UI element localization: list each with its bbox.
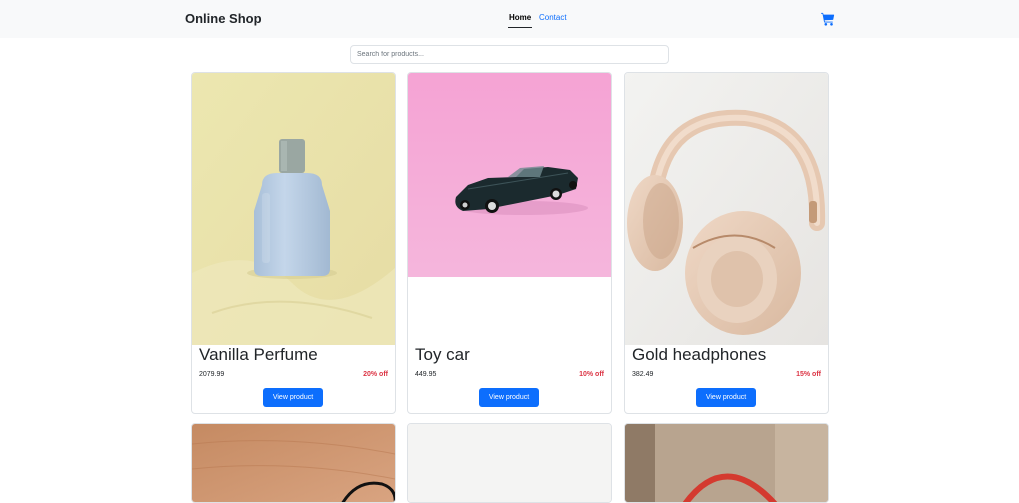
product-discount: 20% off <box>363 371 388 378</box>
product-title: Toy car <box>415 345 470 364</box>
product-image <box>625 424 828 502</box>
product-image-perfume <box>192 73 395 345</box>
view-product-button[interactable]: View product <box>696 388 756 407</box>
product-title: Gold headphones <box>632 345 767 364</box>
search-input[interactable] <box>350 45 669 64</box>
product-image <box>192 424 395 502</box>
active-link-indicator <box>508 27 532 28</box>
product-price: 2079.99 <box>199 371 225 378</box>
navbar: Online Shop Home Contact <box>0 0 1019 38</box>
product-image <box>408 424 611 502</box>
product-price: 449.95 <box>415 371 437 378</box>
product-card-partial-1 <box>191 423 396 503</box>
product-image-toy-car <box>408 73 611 277</box>
product-card-toy-car: Toy car 449.95 10% off View product <box>407 72 612 414</box>
product-card-gold-headphones: Gold headphones 382.49 15% off View prod… <box>624 72 829 414</box>
brand-logo[interactable]: Online Shop <box>185 11 262 26</box>
product-card-vanilla-perfume: Vanilla Perfume 2079.99 20% off View pro… <box>191 72 396 414</box>
product-discount: 10% off <box>579 371 604 378</box>
shopping-cart-icon[interactable] <box>821 12 835 26</box>
nav-link-home[interactable]: Home <box>509 13 531 22</box>
product-discount: 15% off <box>796 371 821 378</box>
view-product-button[interactable]: View product <box>479 388 539 407</box>
product-price: 382.49 <box>632 371 654 378</box>
product-title: Vanilla Perfume <box>199 345 318 364</box>
view-product-button[interactable]: View product <box>263 388 323 407</box>
product-image-headphones <box>625 73 828 345</box>
nav-link-contact[interactable]: Contact <box>539 13 567 22</box>
product-card-partial-2 <box>407 423 612 503</box>
product-card-partial-3 <box>624 423 829 503</box>
